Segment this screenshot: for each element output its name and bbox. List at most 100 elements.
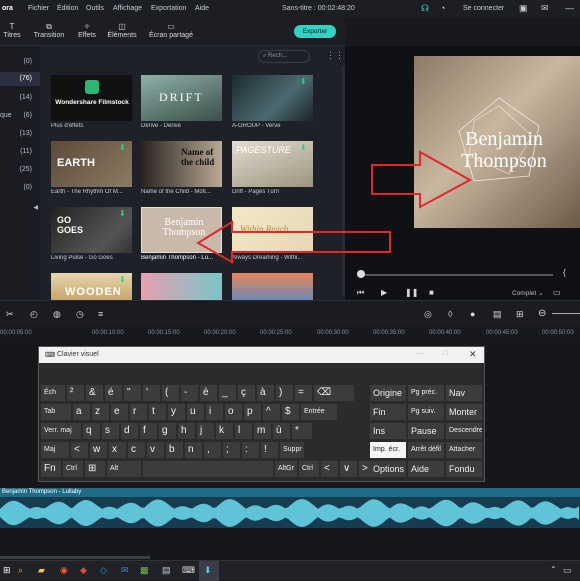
key[interactable]: Éch (41, 385, 65, 401)
key[interactable]: é (105, 385, 122, 401)
key[interactable]: v (147, 442, 164, 458)
key[interactable]: k (216, 423, 233, 439)
key[interactable]: ' (143, 385, 160, 401)
maximize-icon[interactable]: □ (443, 350, 447, 357)
key[interactable]: ! (261, 442, 278, 458)
nav-key[interactable]: Attacher (446, 442, 482, 458)
key[interactable]: < (71, 442, 88, 458)
voice-icon[interactable]: ▤ (493, 309, 502, 320)
nav-key[interactable]: Pause (408, 423, 444, 439)
mail-icon[interactable]: ✉ (121, 565, 129, 576)
key[interactable]: ^ (263, 404, 280, 420)
key[interactable]: Fn (41, 461, 61, 477)
key[interactable]: à (257, 385, 274, 401)
key[interactable]: g (159, 423, 176, 439)
nav-key[interactable]: Imp. écr. (370, 442, 406, 458)
key[interactable]: x (109, 442, 126, 458)
key[interactable]: p (244, 404, 261, 420)
key[interactable]: : (242, 442, 259, 458)
key[interactable]: ù (273, 423, 290, 439)
key[interactable]: h (178, 423, 195, 439)
timeline-scrollbar[interactable] (0, 556, 150, 559)
key[interactable]: b (166, 442, 183, 458)
nav-key[interactable]: Nav (446, 385, 482, 401)
key[interactable]: o (225, 404, 242, 420)
key[interactable]: Suppr (280, 442, 304, 458)
key[interactable]: , (204, 442, 221, 458)
notification-icon[interactable]: ▭ (563, 565, 572, 576)
key[interactable]: = (295, 385, 312, 401)
app-icon[interactable]: ▩ (140, 565, 149, 576)
key[interactable]: s (102, 423, 119, 439)
key[interactable]: Tab (41, 404, 71, 420)
zoom-slider[interactable] (552, 313, 580, 314)
app-icon[interactable]: ▤ (162, 565, 171, 576)
key[interactable]: q (83, 423, 100, 439)
tray-chevron-icon[interactable]: ⌃ (550, 565, 557, 574)
key[interactable]: ⌫ (314, 385, 354, 401)
key[interactable]: i (206, 404, 223, 420)
filmora-icon[interactable]: ⬇ (204, 565, 212, 576)
nav-key[interactable]: Fin (370, 404, 406, 420)
close-icon[interactable]: ✕ (469, 349, 477, 360)
key[interactable]: ) (276, 385, 293, 401)
nav-key[interactable]: Origine (370, 385, 406, 401)
adjust-icon[interactable]: ≡ (98, 309, 103, 319)
nav-key[interactable]: Options (370, 461, 406, 477)
key[interactable]: m (254, 423, 271, 439)
start-icon[interactable]: ⊞ (3, 565, 11, 576)
browser-icon[interactable]: ◉ (60, 565, 68, 576)
key[interactable]: ² (67, 385, 84, 401)
key[interactable]: f (140, 423, 157, 439)
timer-icon[interactable]: ◷ (76, 309, 84, 320)
key[interactable]: Ctrl (299, 461, 319, 477)
key[interactable]: Entrée (301, 404, 337, 420)
key[interactable]: j (197, 423, 214, 439)
nav-key[interactable]: Aide (408, 461, 444, 477)
key[interactable]: - (181, 385, 198, 401)
nav-key[interactable]: Monter (446, 404, 482, 420)
zoom-out-icon[interactable]: ⊖ (538, 308, 546, 319)
key[interactable] (143, 461, 273, 477)
nav-key[interactable]: Descendre (446, 423, 482, 439)
app-icon[interactable]: ◇ (100, 565, 107, 576)
nav-key[interactable]: Pg préc. (408, 385, 444, 401)
key[interactable]: _ (219, 385, 236, 401)
key[interactable]: ç (238, 385, 255, 401)
key[interactable]: Verr. maj (41, 423, 81, 439)
folder-icon[interactable]: ▰ (38, 565, 45, 576)
key[interactable]: ; (223, 442, 240, 458)
audio-icon[interactable]: ⊞ (516, 309, 524, 320)
brave-icon[interactable]: ◆ (80, 565, 87, 576)
key[interactable]: n (185, 442, 202, 458)
key[interactable]: ⊞ (85, 461, 105, 477)
key[interactable]: Maj (41, 442, 69, 458)
key[interactable]: u (187, 404, 204, 420)
key[interactable]: ( (162, 385, 179, 401)
key[interactable]: $ (282, 404, 299, 420)
key[interactable]: e (111, 404, 128, 420)
scissors-icon[interactable]: ✂ (6, 309, 14, 320)
key[interactable]: w (90, 442, 107, 458)
key[interactable]: a (73, 404, 90, 420)
key[interactable]: Ctrl (63, 461, 83, 477)
key[interactable]: r (130, 404, 147, 420)
key[interactable]: t (149, 404, 166, 420)
mic-icon[interactable]: ● (470, 309, 475, 319)
color-icon[interactable]: ◍ (53, 309, 61, 320)
keyboard-icon[interactable]: ⌨ (182, 565, 195, 576)
speed-icon[interactable]: ◴ (30, 309, 38, 320)
key[interactable]: l (235, 423, 252, 439)
key[interactable]: è (200, 385, 217, 401)
search-icon[interactable]: ⌕ (18, 565, 23, 576)
key[interactable]: < (321, 461, 338, 477)
key[interactable]: y (168, 404, 185, 420)
key[interactable]: & (86, 385, 103, 401)
nav-key[interactable]: Fondu (446, 461, 482, 477)
nav-key[interactable]: Ins (370, 423, 406, 439)
key[interactable]: c (128, 442, 145, 458)
key[interactable]: d (121, 423, 138, 439)
key[interactable]: * (292, 423, 312, 439)
key[interactable]: z (92, 404, 109, 420)
audio-clip[interactable]: Benjamin Thompson - Lullaby (0, 488, 580, 528)
